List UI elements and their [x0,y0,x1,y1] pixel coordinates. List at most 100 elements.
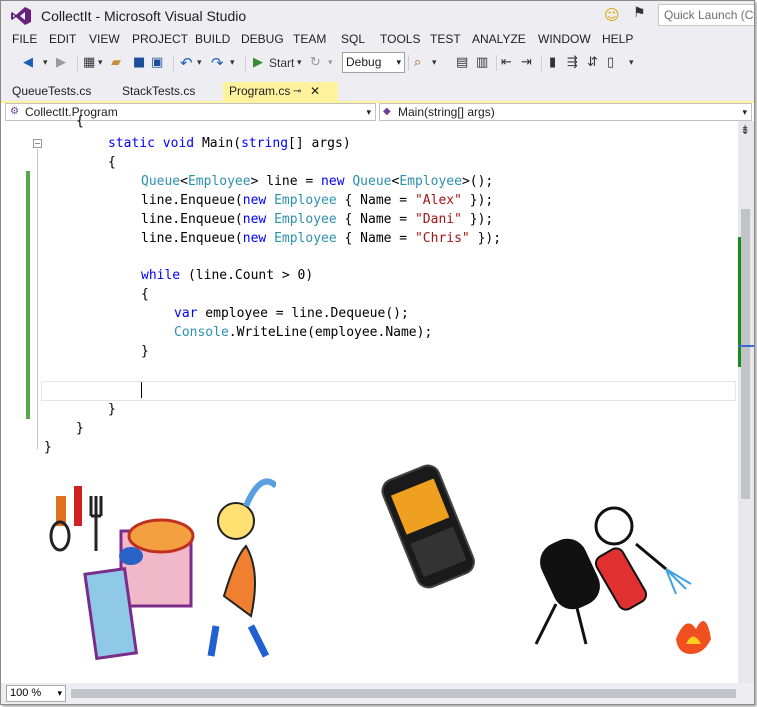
menu-window[interactable]: WINDOW [538,32,591,46]
split-view-icon[interactable]: ⇟ [740,123,750,137]
notifications-flag-icon[interactable]: ⚑ [633,5,646,21]
vertical-scrollbar[interactable]: ⇟ [738,121,754,683]
character-head-shape [594,506,634,546]
scroll-thumb[interactable] [741,209,750,499]
undo-icon[interactable]: ↶ [180,54,193,72]
tab-queuetests[interactable]: QueueTests.cs [12,82,91,101]
code-line: var employee = line.Dequeue(); [174,306,409,321]
character-legs-shape [534,603,588,645]
member-dropdown[interactable]: ◆ Main(string[] args) ▾ [379,103,752,121]
redo-dropdown-icon[interactable]: ▾ [230,54,235,72]
code-line: line.Enqueue(new Employee { Name = "Dani… [141,212,494,227]
tab-program-active[interactable]: Program.cs ⊸ ✕ [223,82,338,101]
back-icon[interactable]: ◀ [23,54,33,72]
member-selector-value: Main(string[] args) [398,105,495,119]
change-marker [738,237,741,367]
zoom-dropdown[interactable]: 100 % ▾ [6,685,66,702]
toolbar-separator [408,55,409,71]
editor-bottom-bar: 100 % ▾ [1,683,754,704]
code-line: line.Enqueue(new Employee { Name = "Alex… [141,193,494,208]
code-editor[interactable]: − { static void Main(string[] args) { Qu… [1,114,738,683]
solution-configuration-dropdown[interactable]: Debug ▾ [342,52,405,73]
method-icon: ◆ [383,106,391,117]
back-dropdown-icon[interactable]: ▾ [43,54,48,72]
menu-build[interactable]: BUILD [195,32,230,46]
menu-analyze[interactable]: ANALYZE [472,32,526,46]
save-all-icon[interactable]: ▣ [151,54,163,72]
menu-view[interactable]: VIEW [89,32,120,46]
collapse-icon[interactable]: − [33,139,42,148]
toolbar-separator [496,55,497,71]
outline-guide [37,149,38,449]
pot-lid-shape [119,547,143,565]
menu-debug[interactable]: DEBUG [241,32,284,46]
caret-position-marker [738,345,754,347]
standard-toolbar: ◀ ▾ ▶ ▦ ▾ ▰ ■ ▣ ↶ ▾ ↷ ▾ ▶ Start ▾ ↻ ▾ De… [1,50,754,76]
code-line: } [141,344,149,359]
start-label[interactable]: Start [269,54,294,72]
start-dropdown-icon[interactable]: ▾ [297,54,302,72]
comment-icon[interactable]: ⇤ [501,54,512,72]
document-tabs: QueueTests.cs StackTests.cs Program.cs ⊸… [1,82,754,101]
feedback-smiley-icon[interactable]: ☺ [604,6,620,24]
toolbar-overflow-icon[interactable]: ▾ [432,54,437,72]
save-icon[interactable]: ■ [133,54,145,72]
refresh-icon[interactable]: ↻ [310,54,321,72]
code-line: { [76,114,84,129]
forward-icon[interactable]: ▶ [56,54,66,72]
spatula-shape [243,478,276,508]
navigation-bar: ⚙ CollectIt.Program ▾ ◆ Main(string[] ar… [1,103,754,122]
properties-icon[interactable]: ▥ [476,54,488,72]
smartphone-clipart [381,464,475,589]
uncomment-icon[interactable]: ⇥ [521,54,532,72]
zoom-value: 100 % [10,687,42,699]
undo-dropdown-icon[interactable]: ▾ [197,54,202,72]
new-project-icon[interactable]: ▦ [83,54,95,72]
start-debugging-icon[interactable]: ▶ [253,54,263,72]
horizontal-scrollbar[interactable] [71,689,736,698]
menu-help[interactable]: HELP [602,32,633,46]
bookmark-icon[interactable]: ▮ [549,54,556,72]
solution-explorer-icon[interactable]: ▤ [456,54,468,72]
refresh-dropdown-icon[interactable]: ▾ [328,54,333,72]
next-bookmark-icon[interactable]: ⇶ [567,54,578,72]
text-caret [141,382,142,398]
quick-launch-input[interactable]: Quick Launch (Ctrl [658,4,754,26]
toolbar-separator [77,55,78,71]
configuration-value: Debug [346,55,382,69]
window-title: CollectIt - Microsoft Visual Studio [41,8,247,24]
visual-studio-logo-icon [11,7,31,25]
code-line: Console.WriteLine(employee.Name); [174,325,433,340]
open-file-icon[interactable]: ▰ [111,54,121,72]
menu-sql[interactable]: SQL [341,32,365,46]
menu-team[interactable]: TEAM [293,32,326,46]
redo-icon[interactable]: ↷ [211,54,224,72]
code-line: line.Enqueue(new Employee { Name = "Chri… [141,231,502,246]
visual-studio-window: CollectIt - Microsoft Visual Studio ☺ ⚑ … [0,0,755,705]
menu-test[interactable]: TEST [430,32,461,46]
menu-project[interactable]: PROJECT [132,32,188,46]
pin-icon[interactable]: ⊸ [293,82,301,101]
close-icon[interactable]: ✕ [310,82,320,101]
find-in-files-icon[interactable]: ⌕ [414,54,421,72]
new-project-dropdown-icon[interactable]: ▾ [98,54,103,72]
whisk-shape [49,520,71,552]
code-line: } [76,421,84,436]
fire-extinguisher-character-clipart [534,506,711,654]
change-tracking-bar [26,171,30,419]
pot-shape [127,518,195,554]
type-dropdown[interactable]: ⚙ CollectIt.Program ▾ [5,103,376,121]
fork-shape [89,496,103,551]
cook-head-shape [217,502,255,540]
toolbar-separator [245,55,246,71]
menu-tools[interactable]: TOOLS [380,32,420,46]
menu-file[interactable]: FILE [12,32,37,46]
code-line: } [44,440,52,455]
menu-edit[interactable]: EDIT [49,32,76,46]
toolbar-overflow-icon[interactable]: ▾ [629,54,634,72]
prev-bookmark-icon[interactable]: ⇵ [587,54,598,72]
clear-bookmarks-icon[interactable]: ▯ [607,54,614,72]
tab-stacktests[interactable]: StackTests.cs [122,82,195,101]
spray-shape [665,568,692,595]
code-line: while (line.Count > 0) [141,268,314,283]
